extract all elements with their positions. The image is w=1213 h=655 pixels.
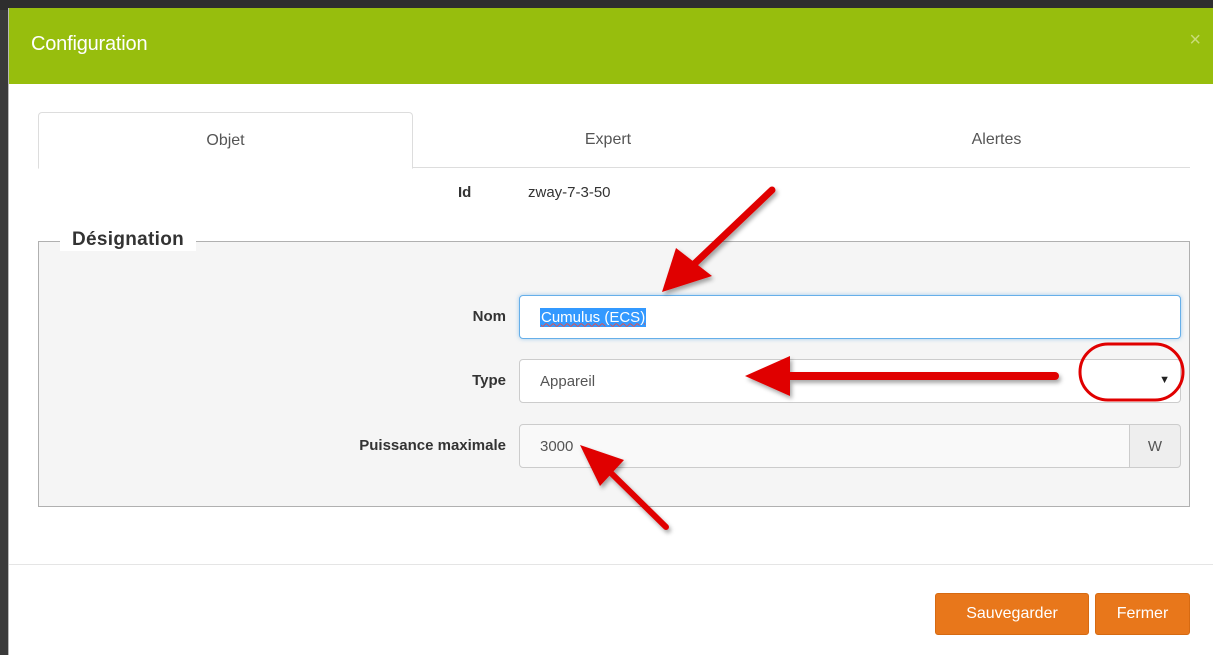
modal-title: Configuration (31, 33, 148, 55)
unit-addon: W (1129, 424, 1181, 468)
puissance-label: Puissance maximale (359, 437, 506, 454)
close-icon[interactable]: × (1189, 30, 1201, 50)
tab-objet[interactable]: Objet (38, 112, 413, 169)
tab-bar: Objet Expert Alertes (38, 112, 1190, 169)
caret-down-icon: ▼ (1159, 374, 1170, 386)
nom-input[interactable]: Cumulus (ECS) (519, 295, 1181, 339)
close-button[interactable]: Fermer (1095, 593, 1190, 635)
modal-header: Configuration × (9, 8, 1213, 84)
id-value: zway-7-3-50 (528, 184, 611, 201)
id-row: Id zway-7-3-50 (9, 184, 1213, 204)
configuration-modal: Configuration × Objet Expert Alertes Id … (8, 8, 1213, 655)
tab-alertes[interactable]: Alertes (803, 112, 1190, 168)
nom-label: Nom (472, 308, 506, 325)
type-label: Type (472, 372, 506, 389)
type-select-value: Appareil (540, 372, 596, 390)
puissance-input-value: 3000 (540, 437, 574, 455)
tab-expert[interactable]: Expert (413, 112, 803, 168)
puissance-input-group: 3000 W (519, 424, 1181, 468)
designation-fieldset: Désignation Nom Cumulus (ECS) Type Appar… (38, 229, 1190, 507)
id-label: Id (458, 184, 472, 201)
fieldset-legend: Désignation (60, 229, 197, 251)
puissance-input[interactable]: 3000 (519, 424, 1130, 468)
type-select[interactable]: Appareil ▼ (519, 359, 1181, 403)
modal-footer-divider (9, 564, 1213, 565)
nom-input-value: Cumulus (ECS) (540, 307, 647, 327)
save-button[interactable]: Sauvegarder (935, 593, 1089, 635)
